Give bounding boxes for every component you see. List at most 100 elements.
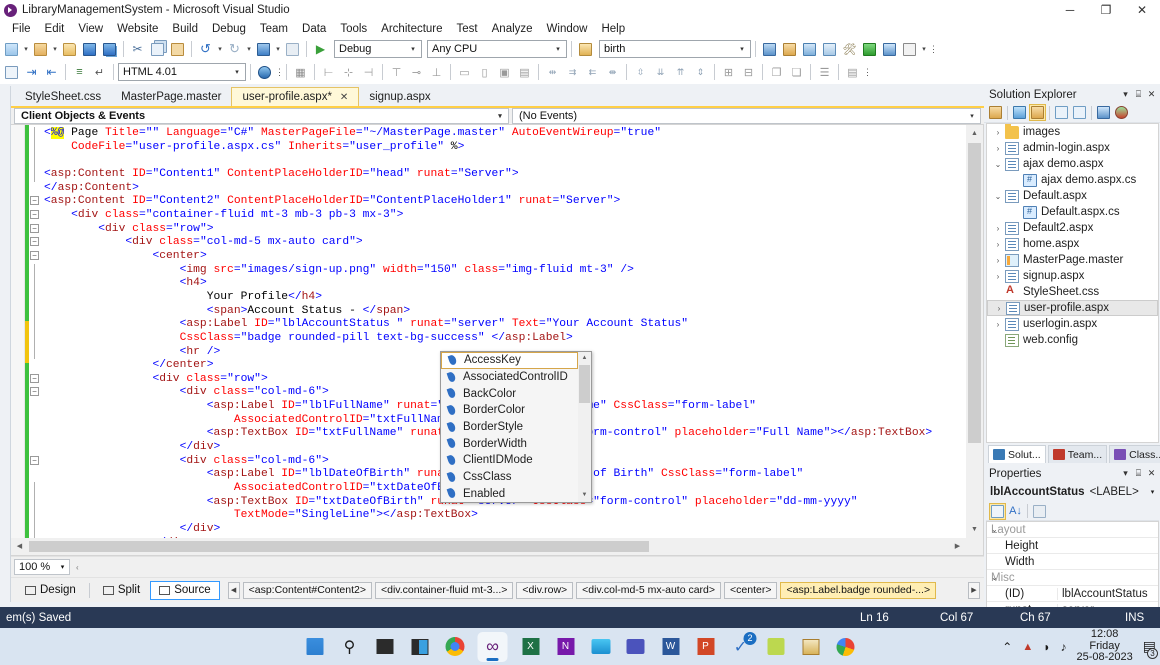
tag-navigator-item[interactable]: <div.col-md-5 mx-auto card> — [576, 582, 721, 599]
command-window-icon[interactable] — [900, 40, 919, 59]
tag-navigator-item[interactable]: <asp:Content#Content2> — [243, 582, 372, 599]
pin-icon[interactable]: ⌸ — [1132, 468, 1145, 479]
tag-navigator-item[interactable]: <center> — [724, 582, 777, 599]
chevron-right-icon[interactable]: › — [991, 320, 1005, 329]
solution-tree-node[interactable]: ›MasterPage.master — [987, 252, 1158, 268]
google-chrome-icon[interactable] — [443, 635, 467, 659]
menu-item-analyze[interactable]: Analyze — [485, 22, 540, 36]
menu-item-file[interactable]: File — [5, 22, 38, 36]
document-tab-1[interactable]: MasterPage.master — [111, 87, 231, 106]
scroll-down-icon[interactable]: ▼ — [578, 489, 591, 502]
solution-tree-node[interactable]: ›signup.aspx — [987, 268, 1158, 284]
options-icon[interactable]: 🛠 — [840, 40, 859, 59]
v-space-make-equal-icon[interactable]: ⇳ — [631, 63, 650, 82]
close-icon[interactable]: ✕ — [1145, 468, 1158, 479]
property-pages-icon[interactable] — [1031, 503, 1048, 520]
excel-icon[interactable]: X — [519, 635, 543, 659]
h-space-remove-icon[interactable]: ⇼ — [603, 63, 622, 82]
chevron-down-icon[interactable]: ⌄ — [991, 573, 998, 582]
solution-tree-node[interactable]: ›admin-login.aspx — [987, 140, 1158, 156]
view-designer-icon[interactable] — [1071, 104, 1088, 121]
outdent-icon[interactable]: ⇤ — [42, 63, 61, 82]
view-button-source[interactable]: Source — [150, 581, 219, 600]
align-top-icon[interactable]: ⊤ — [387, 63, 406, 82]
chrome-apps-icon[interactable] — [834, 635, 858, 659]
scroll-up-icon[interactable]: ▲ — [578, 352, 591, 365]
chevron-right-icon[interactable]: › — [991, 272, 1005, 281]
menu-item-edit[interactable]: Edit — [38, 22, 72, 36]
chevron-down-icon[interactable]: ▾ — [1119, 468, 1132, 479]
solution-tree-node[interactable]: ⌄ajax demo.aspx — [987, 156, 1158, 172]
document-tab-0[interactable]: StyleSheet.css — [15, 87, 111, 106]
center-horizontally-icon[interactable]: ⊞ — [719, 63, 738, 82]
solution-tree-node[interactable]: ajax demo.aspx.cs — [987, 172, 1158, 188]
chevron-down-icon[interactable]: ⌄ — [991, 192, 1005, 201]
intellisense-item[interactable]: Enabled — [441, 486, 578, 503]
solution-tree-node[interactable]: ›Default2.aspx — [987, 220, 1158, 236]
new-website-dropdown-icon[interactable]: ▾ — [22, 45, 30, 53]
solution-platform-select[interactable]: Any CPU ▾ — [427, 40, 567, 58]
refresh-icon[interactable] — [1011, 104, 1028, 121]
clock[interactable]: 12:08 Friday 25-08-2023 — [1076, 629, 1132, 664]
outlining-collapse-icon[interactable]: − — [30, 237, 39, 246]
find-icon[interactable] — [576, 40, 595, 59]
find-in-files-icon[interactable] — [760, 40, 779, 59]
word-icon[interactable]: W — [659, 635, 683, 659]
v-space-decrease-icon[interactable]: ⇈ — [671, 63, 690, 82]
document-tab-3[interactable]: signup.aspx — [359, 87, 440, 106]
maximize-button[interactable]: ❐ — [1088, 0, 1124, 20]
add-new-item-icon[interactable] — [31, 40, 50, 59]
align-right-icon[interactable]: ⊣ — [359, 63, 378, 82]
toolbox-icon[interactable] — [800, 40, 819, 59]
menu-item-tools[interactable]: Tools — [333, 22, 374, 36]
close-icon[interactable]: ✕ — [1145, 89, 1158, 100]
dock-tab-0[interactable]: Solut... — [988, 445, 1046, 463]
intellisense-scrollbar[interactable]: ▲ ▼ — [578, 352, 591, 502]
align-text-icon[interactable]: ≡ — [70, 63, 89, 82]
solution-tree-node[interactable]: ›user-profile.aspx — [987, 300, 1158, 316]
start-debug-icon[interactable]: ▶ — [311, 40, 330, 59]
chevron-right-icon[interactable]: › — [991, 144, 1005, 153]
doctype-select[interactable]: HTML 4.01 ▾ — [118, 63, 246, 81]
solution-tree-node[interactable]: ›home.aspx — [987, 236, 1158, 252]
v-space-remove-icon[interactable]: ⇕ — [691, 63, 710, 82]
menu-item-window[interactable]: Window — [540, 22, 595, 36]
menu-item-team[interactable]: Team — [253, 22, 295, 36]
intellisense-item[interactable]: BackColor — [441, 385, 578, 402]
open-file-icon[interactable] — [60, 40, 79, 59]
tray-chevron-icon[interactable]: ⌃ — [1002, 640, 1012, 654]
scroll-down-icon[interactable]: ▼ — [966, 521, 983, 538]
photos-icon[interactable] — [764, 635, 788, 659]
menu-item-view[interactable]: View — [71, 22, 110, 36]
solution-tree-node[interactable]: web.config — [987, 332, 1158, 348]
navigate-backward-icon[interactable] — [254, 40, 273, 59]
scroll-right-icon[interactable]: ▶ — [949, 538, 966, 555]
events-select[interactable]: (No Events) ▾ — [512, 108, 981, 124]
chevron-down-icon[interactable]: ▾ — [407, 45, 419, 53]
outlining-collapse-icon[interactable]: − — [30, 374, 39, 383]
undo-icon[interactable]: ↺ — [196, 40, 215, 59]
menu-item-data[interactable]: Data — [295, 22, 333, 36]
chevron-down-icon[interactable]: ▾ — [56, 563, 69, 571]
command-window-dropdown-icon[interactable]: ▾ — [920, 45, 928, 53]
intellisense-popup[interactable]: AccessKeyAssociatedControlIDBackColorBor… — [440, 351, 592, 503]
view-button-split[interactable]: Split — [95, 581, 148, 600]
intellisense-item[interactable]: BorderWidth — [441, 435, 578, 452]
outlining-collapse-icon[interactable]: − — [30, 251, 39, 260]
intellisense-item[interactable]: BorderColor — [441, 402, 578, 419]
document-tab-2[interactable]: user-profile.aspx*✕ — [231, 87, 359, 106]
make-same-width-icon[interactable]: ▭ — [455, 63, 474, 82]
make-same-size-icon[interactable]: ▣ — [495, 63, 514, 82]
menu-item-build[interactable]: Build — [165, 22, 205, 36]
wifi-icon[interactable]: ◗ — [1043, 640, 1050, 654]
remote-desktop-icon[interactable] — [589, 635, 613, 659]
intellisense-list[interactable]: AccessKeyAssociatedControlIDBackColorBor… — [441, 352, 578, 502]
solution-explorer-icon[interactable] — [1113, 104, 1130, 121]
notifications-icon[interactable]: ▤3 — [1143, 638, 1156, 655]
send-to-back-icon[interactable]: ❏ — [787, 63, 806, 82]
file-explorer-icon[interactable] — [799, 635, 823, 659]
save-all-icon[interactable] — [100, 40, 119, 59]
solution-configuration-select[interactable]: Debug ▾ — [334, 40, 422, 58]
center-vertically-icon[interactable]: ⊟ — [739, 63, 758, 82]
make-same-height-icon[interactable]: ▯ — [475, 63, 494, 82]
